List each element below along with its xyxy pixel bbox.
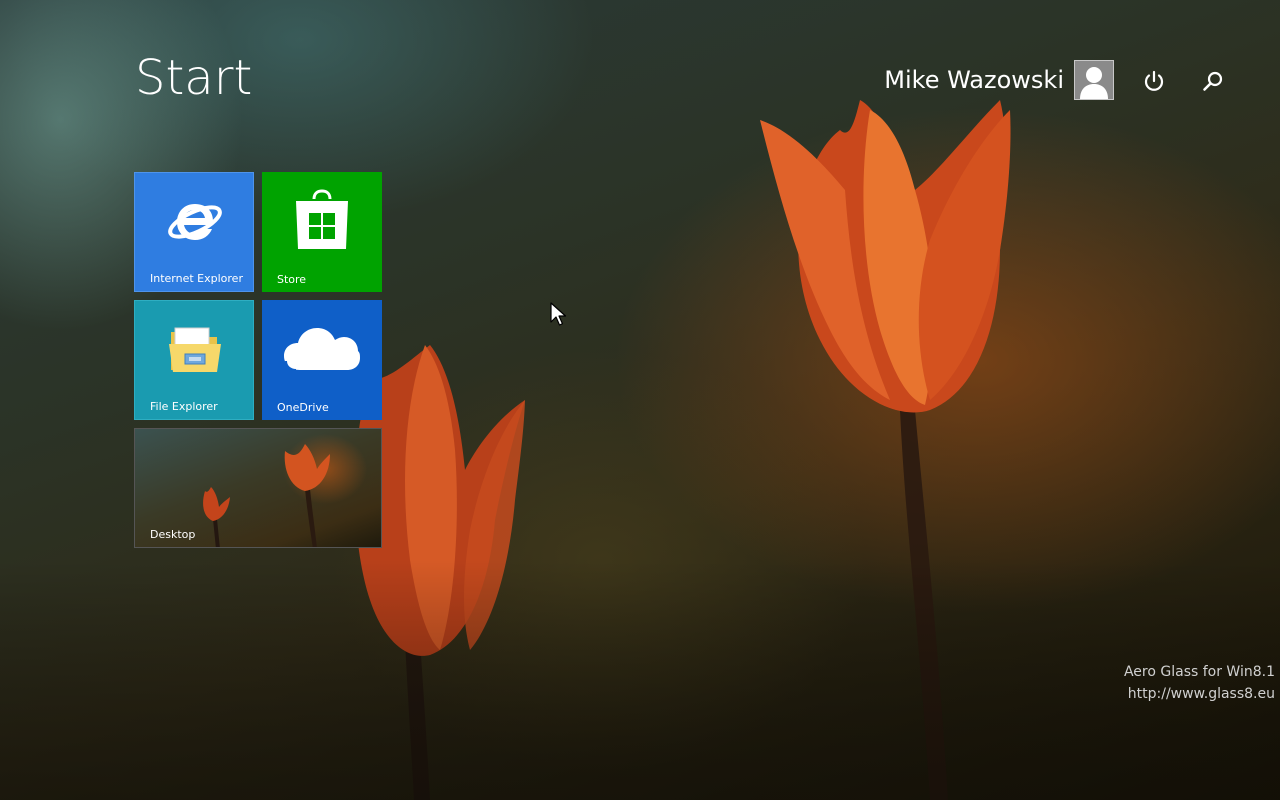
- user-name: Mike Wazowski: [884, 66, 1064, 94]
- tile-store[interactable]: Store: [262, 172, 382, 292]
- cloud-icon: [262, 314, 382, 384]
- mouse-cursor-icon: [550, 302, 567, 326]
- user-avatar-icon: [1074, 60, 1114, 100]
- watermark-line-1: Aero Glass for Win8.1: [1123, 664, 1275, 680]
- start-screen: Start Mike Wazowski Internet Explorer St…: [0, 0, 1280, 800]
- search-icon: [1203, 71, 1223, 91]
- tile-desktop[interactable]: Desktop: [134, 428, 382, 548]
- tile-label: Store: [277, 273, 307, 286]
- tile-internet-explorer[interactable]: Internet Explorer: [134, 172, 254, 292]
- tile-grid: Internet Explorer Store File Explorer On…: [134, 172, 382, 548]
- tile-label: OneDrive: [277, 401, 329, 414]
- store-bag-icon: [262, 186, 382, 256]
- power-icon: [1144, 70, 1164, 91]
- tile-label: Internet Explorer: [150, 272, 243, 285]
- internet-explorer-icon: [135, 187, 253, 257]
- page-title: Start: [135, 50, 253, 106]
- folder-icon: [135, 315, 253, 385]
- search-button[interactable]: [1199, 67, 1227, 95]
- watermark: Aero Glass for Win8.1 http://www.glass8.…: [1124, 661, 1275, 705]
- user-account-button[interactable]: Mike Wazowski: [884, 60, 1114, 100]
- tile-label: Desktop: [150, 528, 196, 541]
- power-button[interactable]: [1140, 67, 1168, 95]
- tile-label: File Explorer: [150, 400, 218, 413]
- tile-onedrive[interactable]: OneDrive: [262, 300, 382, 420]
- watermark-line-2: http://www.glass8.eu: [1127, 686, 1275, 702]
- tile-file-explorer[interactable]: File Explorer: [134, 300, 254, 420]
